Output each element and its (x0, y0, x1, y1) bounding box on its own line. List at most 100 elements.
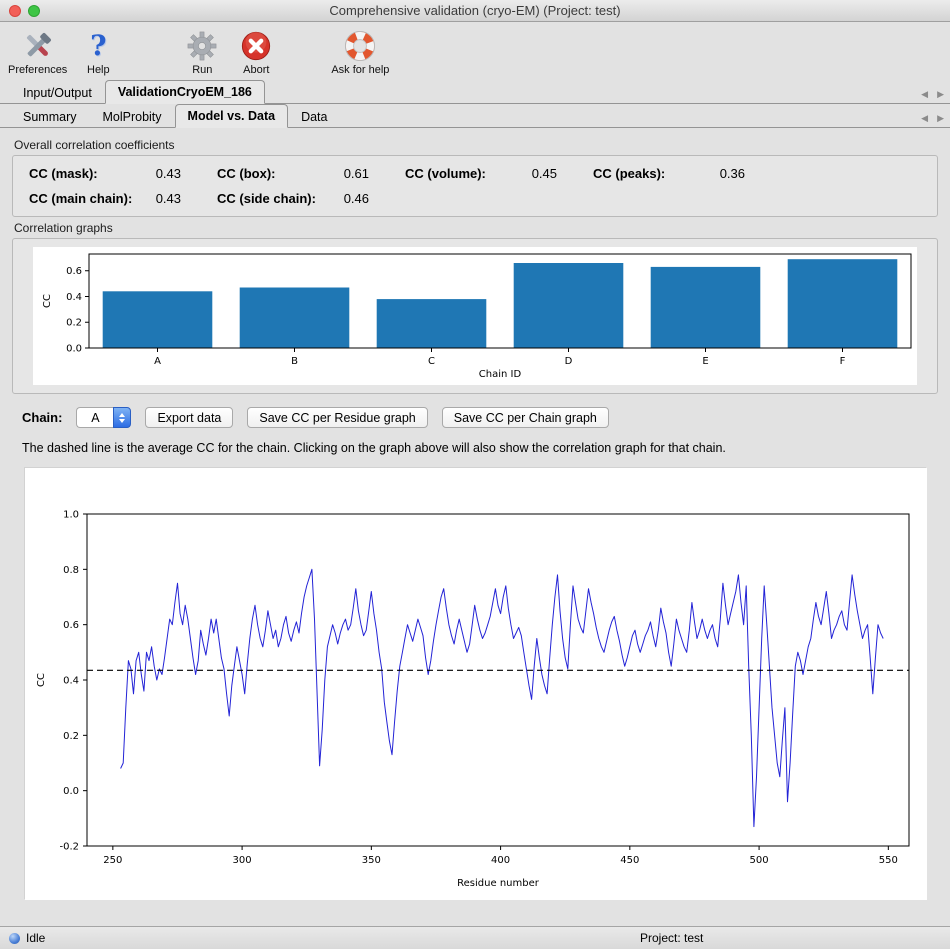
chart-hint-text: The dashed line is the average CC for th… (12, 441, 938, 455)
svg-text:0.6: 0.6 (66, 266, 82, 277)
statusbar: Idle Project: test (0, 926, 950, 949)
correlation-graphs-box: 0.0 0.2 0.4 0.6 A B C D E F Chain ID CC (12, 238, 938, 394)
cc-value: 0.43 (156, 166, 181, 181)
tab-molprobity[interactable]: MolProbity (89, 105, 174, 127)
svg-text:350: 350 (362, 855, 381, 866)
tool-label: Ask for help (331, 64, 389, 76)
tab-validationcryoem-186[interactable]: ValidationCryoEM_186 (105, 80, 265, 104)
tool-label: Preferences (8, 64, 67, 76)
abort-button[interactable]: Abort (233, 28, 279, 76)
svg-text:1.0: 1.0 (63, 510, 79, 521)
cc-row: CC (main chain): 0.43 CC (side chain): 0… (29, 191, 921, 206)
status-indicator-icon (9, 933, 20, 944)
close-button[interactable] (9, 5, 21, 17)
tab-scroll-left-icon[interactable]: ◀ (921, 90, 928, 99)
save-cc-per-residue-button[interactable]: Save CC per Residue graph (247, 407, 427, 428)
preferences-tools-icon (22, 28, 54, 63)
status-text: Idle (26, 931, 45, 945)
svg-text:E: E (702, 356, 708, 367)
svg-text:0.2: 0.2 (66, 318, 82, 329)
tool-label: Help (87, 64, 110, 76)
tab-scroll-left-icon[interactable]: ◀ (921, 114, 928, 123)
cc-label: CC (side chain): (217, 191, 316, 206)
cc-label: CC (volume): (405, 166, 486, 181)
cc-value: 0.61 (344, 166, 369, 181)
cc-value: 0.46 (344, 191, 369, 206)
ask-for-help-button[interactable]: Ask for help (331, 28, 389, 76)
cc-row: CC (mask): 0.43 CC (box): 0.61 CC (volum… (29, 166, 921, 181)
svg-text:A: A (154, 356, 161, 367)
tab-scroll-right-icon[interactable]: ▶ (937, 90, 944, 99)
chain-controls: Chain: A Export data Save CC per Residue… (12, 407, 938, 428)
chain-cc-bar-chart[interactable]: 0.0 0.2 0.4 0.6 A B C D E F Chain ID CC (33, 247, 917, 385)
cc-label: CC (peaks): (593, 166, 665, 181)
svg-text:Chain ID: Chain ID (479, 369, 522, 380)
svg-text:500: 500 (750, 855, 769, 866)
run-button[interactable]: Run (179, 28, 225, 76)
zoom-button[interactable] (28, 5, 40, 17)
model-vs-data-panel: Overall correlation coefficients CC (mas… (0, 128, 950, 926)
correlation-graphs-section: Correlation graphs 0.0 0.2 0.4 0.6 A B C D E F Cha… (12, 221, 938, 394)
cc-value: 0.45 (532, 166, 557, 181)
chain-label: Chain: (22, 410, 62, 425)
svg-text:F: F (840, 356, 846, 367)
cc-label: CC (mask): (29, 166, 98, 181)
section-title: Correlation graphs (14, 221, 938, 235)
svg-text:B: B (291, 356, 298, 367)
tool-label: Run (192, 64, 212, 76)
window-controls (9, 5, 40, 17)
svg-text:0.8: 0.8 (63, 565, 79, 576)
abort-icon (240, 28, 272, 63)
svg-text:0.2: 0.2 (63, 731, 79, 742)
tool-label: Abort (243, 64, 269, 76)
cc-value: 0.36 (720, 166, 745, 181)
cc-volume: CC (volume): 0.45 (405, 166, 557, 181)
tab-model-vs-data[interactable]: Model vs. Data (175, 104, 289, 128)
svg-text:Residue number: Residue number (457, 878, 540, 889)
overall-cc-section: Overall correlation coefficients CC (mas… (12, 138, 938, 217)
window-title: Comprehensive validation (cryo-EM) (Proj… (329, 3, 620, 18)
tab-summary[interactable]: Summary (10, 105, 89, 127)
cc-label: CC (main chain): (29, 191, 132, 206)
titlebar: Comprehensive validation (cryo-EM) (Proj… (0, 0, 950, 22)
section-title: Overall correlation coefficients (14, 138, 938, 152)
svg-text:0.6: 0.6 (63, 620, 79, 631)
preferences-button[interactable]: Preferences (8, 28, 67, 76)
chevron-up-down-icon (113, 407, 131, 428)
svg-text:0.0: 0.0 (66, 344, 82, 355)
svg-text:C: C (428, 356, 435, 367)
svg-text:300: 300 (233, 855, 252, 866)
svg-text:550: 550 (879, 855, 898, 866)
save-cc-per-chain-button[interactable]: Save CC per Chain graph (442, 407, 609, 428)
tab-scroll-right-icon[interactable]: ▶ (937, 114, 944, 123)
chain-select[interactable]: A (76, 407, 131, 428)
cc-side-chain: CC (side chain): 0.46 (217, 191, 369, 206)
cc-mask: CC (mask): 0.43 (29, 166, 181, 181)
notebook-tabs-outer: Input/Output ValidationCryoEM_186 ◀ ▶ (0, 80, 950, 104)
run-gear-icon (187, 28, 217, 63)
project-label: Project: test (640, 931, 703, 945)
cc-box: CC (box): 0.61 (217, 166, 369, 181)
svg-text:CC: CC (36, 673, 47, 687)
svg-text:450: 450 (620, 855, 639, 866)
tab-input-output[interactable]: Input/Output (10, 81, 105, 103)
lifebuoy-icon (344, 28, 376, 63)
residue-cc-line-chart: -0.20.00.20.40.60.81.0250300350400450500… (24, 467, 926, 899)
svg-text:0.4: 0.4 (63, 676, 79, 687)
svg-text:0.4: 0.4 (66, 292, 82, 303)
chain-select-value: A (76, 407, 113, 428)
overall-cc-box: CC (mask): 0.43 CC (box): 0.61 CC (volum… (12, 155, 938, 217)
svg-text:250: 250 (103, 855, 122, 866)
cc-label: CC (box): (217, 166, 276, 181)
svg-text:CC: CC (42, 294, 53, 308)
toolbar: Preferences ? Help Run (0, 22, 950, 80)
svg-text:0.0: 0.0 (63, 786, 79, 797)
cc-peaks: CC (peaks): 0.36 (593, 166, 745, 181)
tab-data[interactable]: Data (288, 105, 340, 127)
help-question-icon: ? (90, 28, 106, 63)
export-data-button[interactable]: Export data (145, 407, 233, 428)
svg-text:-0.2: -0.2 (59, 842, 79, 853)
cc-value: 0.43 (156, 191, 181, 206)
help-button[interactable]: ? Help (75, 28, 121, 76)
svg-text:D: D (565, 356, 573, 367)
